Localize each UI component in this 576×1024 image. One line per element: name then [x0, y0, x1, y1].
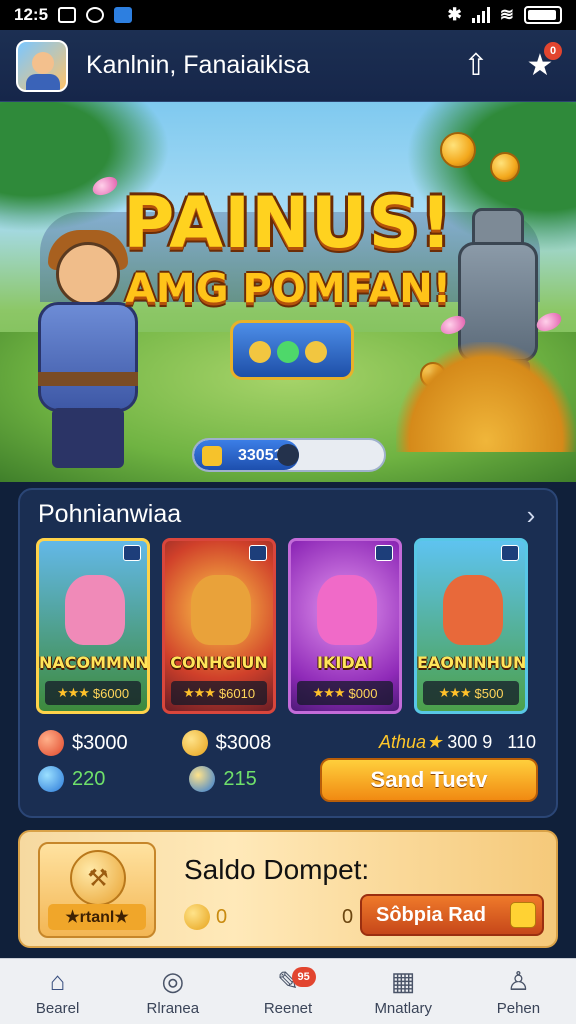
coin-icon: [202, 446, 222, 466]
user-icon: ♙: [506, 965, 531, 996]
favorites-button[interactable]: ★ 0: [520, 41, 562, 86]
nav-label: Mnatlary: [374, 1000, 432, 1017]
promo-card[interactable]: NACOMMNN ★★★ $6000: [36, 538, 150, 714]
battery-icon: [524, 6, 562, 24]
banner-title: PAINUS! AMG POMFAN!: [0, 182, 576, 312]
compass-icon: ◎: [161, 965, 185, 996]
gold-gem-icon: [189, 766, 216, 792]
hammer-icon: ⚒: [70, 850, 126, 906]
app-title: Kanlnin, Fanaiaikisa: [86, 51, 310, 79]
wallet-badge-label: ★rtanl★: [48, 904, 146, 930]
coin-icon: [490, 152, 520, 182]
app-icon: [114, 7, 133, 23]
app-header: Kanlnin, Fanaiaikisa ⇧ ★ 0: [0, 30, 576, 102]
nav-item-edit[interactable]: ✎ 95 Reenet: [230, 959, 345, 1024]
wallet-amount: 0: [184, 904, 227, 930]
reward-info: Athua★ 300 9 110: [379, 732, 536, 752]
character-illustration: [65, 575, 125, 645]
card-price: ★★★ $000: [297, 681, 393, 705]
banner-title-line1: PAINUS!: [123, 182, 453, 264]
card-list: NACOMMNN ★★★ $6000 CONHGIUN ★★★ $6010 IKID…: [36, 538, 528, 714]
tag-icon: [249, 545, 267, 561]
notification-icon: [58, 7, 77, 23]
coin-pile-illustration: [396, 342, 576, 452]
nav-item-inventory[interactable]: ▦ Mnatlary: [346, 959, 461, 1024]
nav-item-profile[interactable]: ♙ Pehen: [461, 959, 576, 1024]
stars-icon: ★★★: [438, 685, 472, 700]
coin-icon: [440, 132, 476, 168]
home-icon: ⌂: [49, 965, 66, 996]
wallet-action-button[interactable]: Sôbpia Rad: [360, 894, 544, 936]
sun-coin-icon: [184, 904, 210, 930]
card-name: EAONINHUN: [417, 653, 527, 672]
red-coin-icon: [38, 730, 64, 756]
treasure-chest-icon: [230, 320, 354, 380]
arrow-up-icon: ⇧: [463, 49, 489, 82]
progress-bar: 33051: [192, 438, 386, 472]
nav-item-home[interactable]: ⌂ Bearel: [0, 959, 115, 1024]
stars-icon: ★★★: [56, 685, 90, 700]
tag-icon: [375, 545, 393, 561]
card-price: ★★★ $6010: [171, 681, 267, 705]
tag-icon: [123, 545, 141, 561]
nav-label: Rlranea: [146, 1000, 200, 1017]
stars-icon: ★★★: [312, 685, 346, 700]
chevron-right-icon[interactable]: ›: [516, 500, 546, 530]
sync-icon: [86, 7, 105, 23]
signal-icon: [471, 7, 490, 23]
wallet-title: Saldo Dompet:: [184, 854, 370, 885]
promo-card[interactable]: IKIDAI ★★★ $000: [288, 538, 402, 714]
nav-badge: 95: [291, 967, 316, 987]
promo-card[interactable]: EAONINHUN ★★★ $500: [414, 538, 528, 714]
promo-card[interactable]: CONHGIUN ★★★ $6010: [162, 538, 276, 714]
stars-icon: ★★★: [182, 685, 216, 700]
character-illustration: [443, 575, 503, 645]
tag-icon: [501, 545, 519, 561]
status-bar: 12:5 ✱ ≋: [0, 0, 576, 30]
card-name: IKIDAI: [317, 653, 373, 672]
wallet-zero: 0: [342, 906, 354, 928]
character-illustration: [317, 575, 377, 645]
banner-title-line2: AMG POMFAN!: [124, 266, 452, 312]
wifi-icon: ≋: [499, 5, 514, 24]
nav-item-explore[interactable]: ◎ Rlranea: [115, 959, 230, 1024]
bluetooth-icon: ✱: [447, 5, 462, 24]
hero-banner[interactable]: PAINUS! AMG POMFAN!: [0, 102, 576, 482]
character-illustration: [191, 575, 251, 645]
wallet-badge[interactable]: ⚒ ★rtanl★: [38, 842, 156, 938]
key-icon: [510, 902, 536, 928]
promo-title: Pohnianwiaa: [38, 500, 182, 528]
card-price: ★★★ $500: [423, 681, 519, 705]
wallet-panel: ⚒ ★rtanl★ Saldo Dompet: 0 0 Sôbpia Rad: [18, 830, 558, 948]
avatar[interactable]: [16, 39, 68, 92]
notification-badge: 0: [544, 41, 562, 60]
nav-label: Pehen: [496, 1000, 541, 1017]
blue-gem-icon: [38, 766, 64, 792]
nav-label: Bearel: [35, 1000, 80, 1017]
coin-stats: $3000 $3008: [38, 730, 271, 756]
status-time: 12:5: [14, 5, 49, 24]
progress-value: 33051: [238, 447, 283, 464]
gem-stats: 220 215: [38, 766, 257, 792]
send-button[interactable]: Sand Tuetv: [320, 758, 538, 802]
nav-label: Reenet: [263, 1000, 313, 1017]
card-name: NACOMMNN: [39, 653, 149, 672]
promo-panel: Pohnianwiaa › NACOMMNN ★★★ $6000 CONHGIUN…: [18, 488, 558, 818]
phone-screen: 12:5 ✱ ≋ Kanlnin, Fanaiaikisa ⇧ ★ 0 PAIN…: [0, 0, 576, 1024]
progress-handle: [276, 444, 299, 466]
grid-icon: ▦: [390, 965, 416, 996]
upgrade-button[interactable]: ⇧: [456, 46, 496, 86]
card-price: ★★★ $6000: [45, 681, 141, 705]
bottom-nav: ⌂ Bearel ◎ Rlranea ✎ 95 Reenet ▦ Mnatlar…: [0, 958, 576, 1024]
gold-coin-icon: [181, 730, 208, 756]
card-name: CONHGIUN: [170, 653, 268, 672]
